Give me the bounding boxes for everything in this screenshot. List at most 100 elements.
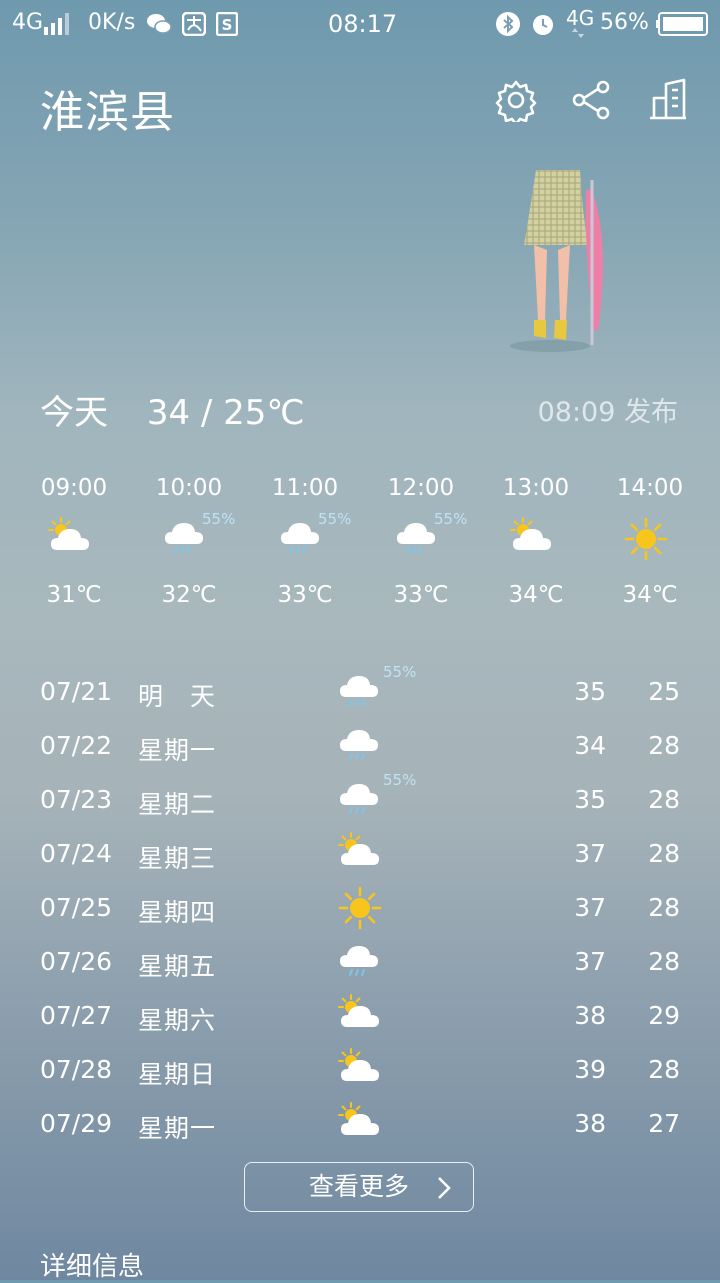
day-name: 星期三 xyxy=(138,844,217,873)
rain-chance: 55% xyxy=(383,771,417,789)
rain-cloud-icon xyxy=(340,676,378,706)
day-low-temp: 28 xyxy=(648,785,680,814)
hour-time: 11:00 xyxy=(271,475,339,501)
day-name: 星期日 xyxy=(138,1060,217,1089)
day-low-temp: 28 xyxy=(648,1055,680,1084)
day-name: 星期五 xyxy=(138,952,217,981)
rain-cloud-icon xyxy=(340,784,378,814)
day-high-temp: 35 xyxy=(574,677,606,706)
partly-cloudy-icon xyxy=(510,517,551,550)
day-name: 星期一 xyxy=(138,736,217,765)
chevron-right-icon xyxy=(438,1177,451,1199)
hour-temp: 33℃ xyxy=(393,582,449,608)
rain-cloud-icon xyxy=(340,730,378,760)
sun-icon xyxy=(338,886,382,930)
day-low-temp: 28 xyxy=(648,893,680,922)
today-summary: 今天 34 / 25℃ xyxy=(40,385,305,434)
day-low-temp: 28 xyxy=(648,947,680,976)
day-high-temp: 37 xyxy=(574,839,606,868)
daily-row[interactable]: 07/22 星期一 34 28 xyxy=(40,721,680,775)
hour-temp: 31℃ xyxy=(46,582,102,608)
day-name: 星期二 xyxy=(138,790,217,819)
view-more-button[interactable]: 查看更多 xyxy=(244,1162,474,1212)
hour-temp: 32℃ xyxy=(161,582,217,608)
hour-time: 12:00 xyxy=(387,475,455,501)
day-date: 07/27 xyxy=(40,1001,113,1030)
day-high-temp: 34 xyxy=(574,731,606,760)
day-name: 星期六 xyxy=(138,1006,217,1035)
view-more-label: 查看更多 xyxy=(308,1172,409,1201)
daily-row[interactable]: 07/27 星期六 38 29 xyxy=(40,991,680,1045)
hour-temp: 34℃ xyxy=(508,582,564,608)
daily-row[interactable]: 07/29 星期一 38 27 xyxy=(40,1099,680,1153)
day-high-temp: 38 xyxy=(574,1109,606,1138)
day-name: 星期四 xyxy=(138,898,217,927)
network-type-2: 4G xyxy=(566,6,595,30)
partly-cloudy-icon xyxy=(338,832,379,865)
share-icon[interactable] xyxy=(570,78,614,122)
bluetooth-icon xyxy=(496,12,520,36)
hour-temp: 33℃ xyxy=(277,582,333,608)
day-high-temp: 37 xyxy=(574,893,606,922)
settings-gear-icon[interactable] xyxy=(494,78,538,122)
hour-time: 13:00 xyxy=(502,475,570,501)
day-date: 07/24 xyxy=(40,839,113,868)
daily-row[interactable]: 07/26 星期五 37 28 xyxy=(40,937,680,991)
hourly-item: 11:00 55% 33℃ xyxy=(250,470,360,608)
hour-temp: 34℃ xyxy=(622,582,678,608)
partly-cloudy-icon xyxy=(338,994,379,1027)
day-date: 07/26 xyxy=(40,947,113,976)
rain-cloud-icon xyxy=(340,946,378,976)
publish-time: 08:09 发布 xyxy=(537,397,678,428)
status-bar: 4G 0K/s S 08:17 4G 56% xyxy=(0,0,720,50)
daily-row[interactable]: 07/25 星期四 37 28 xyxy=(40,883,680,937)
day-high-temp: 38 xyxy=(574,1001,606,1030)
day-high-temp: 35 xyxy=(574,785,606,814)
today-label: 今天 xyxy=(40,393,108,433)
wechat-icon xyxy=(147,14,172,34)
rain-chance: 55% xyxy=(383,663,417,681)
net-speed: 0K/s xyxy=(88,10,136,35)
day-low-temp: 28 xyxy=(648,839,680,868)
battery-icon xyxy=(656,12,708,36)
today-temp-range: 34 / 25℃ xyxy=(146,393,305,433)
day-high-temp: 39 xyxy=(574,1055,606,1084)
day-date: 07/29 xyxy=(40,1109,113,1138)
data-arrows-icon xyxy=(572,28,584,38)
hourly-item: 12:00 55% 33℃ xyxy=(366,470,476,608)
hourly-item: 13:00 34℃ xyxy=(481,470,591,608)
day-high-temp: 37 xyxy=(574,947,606,976)
battery-percent: 56% xyxy=(600,10,649,35)
detail-info-title: 详细信息 xyxy=(40,1252,145,1282)
sun-icon xyxy=(624,517,668,561)
hourly-item: 09:00 31℃ xyxy=(19,470,129,608)
network-type: 4G xyxy=(12,10,44,35)
day-name: 明 天 xyxy=(138,682,217,711)
day-low-temp: 28 xyxy=(648,731,680,760)
day-date: 07/22 xyxy=(40,731,113,760)
hour-time: 14:00 xyxy=(616,475,684,501)
daily-row[interactable]: 07/23 星期二 55% 35 28 xyxy=(40,771,680,829)
day-date: 07/28 xyxy=(40,1055,113,1084)
alarm-icon xyxy=(533,15,553,35)
day-date: 07/21 xyxy=(40,677,113,706)
daily-row[interactable]: 07/28 星期日 39 28 xyxy=(40,1045,680,1099)
girl-umbrella-illustration xyxy=(510,170,603,352)
daily-row[interactable]: 07/21 明 天 55% 35 25 xyxy=(40,663,680,721)
city-manage-icon[interactable] xyxy=(646,78,690,122)
rain-chance: 55% xyxy=(434,510,468,528)
alipay-icon xyxy=(182,12,206,36)
rain-chance: 55% xyxy=(318,510,352,528)
hourly-item: 14:00 34℃ xyxy=(595,470,705,608)
hour-time: 10:00 xyxy=(155,475,223,501)
day-low-temp: 29 xyxy=(648,1001,680,1030)
rain-chance: 55% xyxy=(202,510,236,528)
day-low-temp: 25 xyxy=(648,677,680,706)
daily-row[interactable]: 07/24 星期三 37 28 xyxy=(40,829,680,883)
clock: 08:17 xyxy=(328,10,398,38)
day-date: 07/25 xyxy=(40,893,113,922)
partly-cloudy-icon xyxy=(48,517,89,550)
day-name: 星期一 xyxy=(138,1114,217,1143)
city-name[interactable]: 淮滨县 xyxy=(40,76,175,140)
signal-icon xyxy=(44,13,69,35)
